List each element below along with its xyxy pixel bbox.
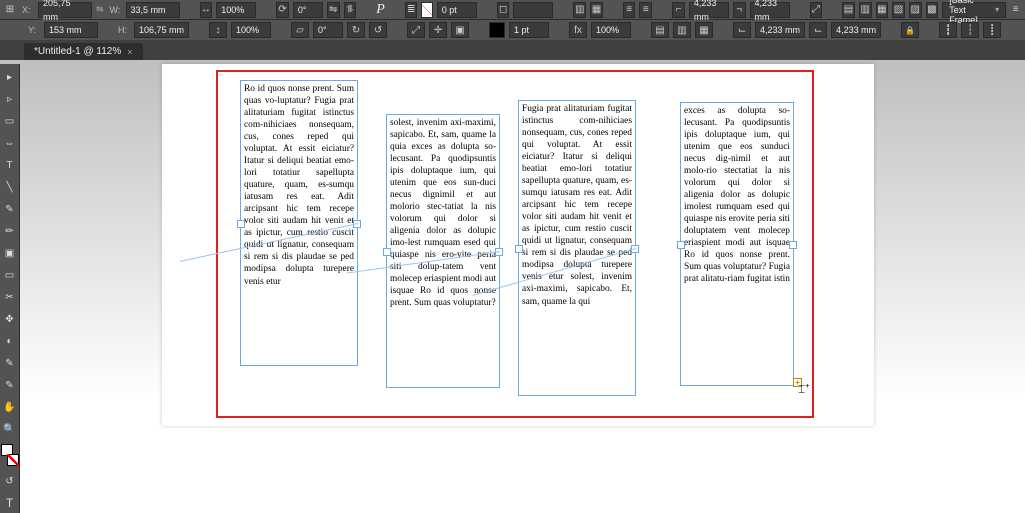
rect-frame-tool[interactable]: ▣ bbox=[3, 246, 17, 260]
paragraph-glyph: P bbox=[376, 2, 385, 18]
left-inset-field[interactable]: 4,233 mm bbox=[831, 22, 881, 38]
hand-tool[interactable]: ✋ bbox=[3, 400, 17, 414]
center-content-icon[interactable]: ✛ bbox=[429, 22, 447, 38]
transform-tool[interactable]: ✥ bbox=[3, 312, 17, 326]
fill-stroke-swatches[interactable] bbox=[1, 444, 19, 466]
x-label: X: bbox=[20, 5, 34, 15]
object-style-dropdown[interactable]: [Basic Text Frame] bbox=[942, 2, 1006, 18]
top-inset-field[interactable]: 4,233 mm bbox=[689, 2, 729, 18]
fx-icon[interactable]: fx bbox=[569, 22, 587, 38]
stroke-swatch[interactable] bbox=[489, 22, 505, 38]
direct-select-tool[interactable]: ▹ bbox=[3, 92, 17, 106]
control-panel: ⊞ X: 205,75 mm ⇋ W: 33,5 mm ↔ 100% ⟳ 0° … bbox=[0, 0, 1025, 40]
text-frame-1[interactable]: Ro id quos nonse prent. Sum quas vo-lupt… bbox=[240, 80, 358, 366]
align-left-icon[interactable]: ≡ bbox=[623, 2, 636, 18]
text-frame-3[interactable]: Fugia prat alitaturiam fugitat istinctus… bbox=[518, 100, 636, 396]
align-group-3-icon[interactable]: ▦ bbox=[876, 2, 889, 18]
align-group-5-icon[interactable]: ▨ bbox=[909, 2, 922, 18]
line-tool[interactable]: ╲ bbox=[3, 180, 17, 194]
autofit-icon[interactable]: ⤢ bbox=[810, 2, 823, 18]
text-frame-4[interactable]: exces as dolupta so-lecusant. Pa quodips… bbox=[680, 102, 794, 386]
fit-prop-icon[interactable]: ▣ bbox=[451, 22, 469, 38]
document-tabstrip: *Untitled-1 @ 112% × bbox=[0, 40, 1025, 60]
rect-tool[interactable]: ▭ bbox=[3, 268, 17, 282]
scale-y-field[interactable]: 100% bbox=[231, 22, 271, 38]
dist-3-icon[interactable]: ┋ bbox=[983, 22, 1001, 38]
text-wrap-4-icon[interactable]: ▥ bbox=[673, 22, 691, 38]
workspace: ▸ ▹ ▭ ⇔ T ╲ ✎ ✏ ▣ ▭ ✂ ✥ ◐ ✎ ✎ ✋ 🔍 ↺ T ▭ bbox=[0, 60, 1025, 513]
opacity-field[interactable]: 100% bbox=[591, 22, 631, 38]
fill-swatch[interactable] bbox=[421, 2, 432, 18]
control-row-1: ⊞ X: 205,75 mm ⇋ W: 33,5 mm ↔ 100% ⟳ 0° … bbox=[0, 0, 1025, 20]
columns-icon[interactable]: ≣ bbox=[405, 2, 418, 18]
right-inset-field[interactable]: 4,233 mm bbox=[750, 2, 790, 18]
panel-menu-icon[interactable]: ≡ bbox=[1010, 2, 1021, 18]
flip-v-icon[interactable]: ⥮ bbox=[344, 2, 357, 18]
h-label: H: bbox=[116, 25, 130, 35]
document-tab-title: *Untitled-1 @ 112% bbox=[34, 46, 121, 57]
flip-h-icon[interactable]: ⇋ bbox=[327, 2, 340, 18]
rotate-icon: ⟳ bbox=[276, 2, 289, 18]
scissors-tool[interactable]: ✂ bbox=[3, 290, 17, 304]
align-center-icon[interactable]: ≡ bbox=[639, 2, 652, 18]
text-frame-2[interactable]: solest, invenim axi-maximi, sapicabo. Et… bbox=[386, 114, 500, 388]
align-group-2-icon[interactable]: ▥ bbox=[859, 2, 872, 18]
pen-tool[interactable]: ✎ bbox=[3, 202, 17, 216]
corner-options-icon[interactable]: ◻ bbox=[497, 2, 510, 18]
text-wrap-2-icon[interactable]: ▦ bbox=[590, 2, 603, 18]
bottom-inset-field[interactable]: 4,233 mm bbox=[755, 22, 805, 38]
align-group-6-icon[interactable]: ▩ bbox=[926, 2, 939, 18]
scale-x-icon: ↔ bbox=[200, 2, 213, 18]
align-group-4-icon[interactable]: ▧ bbox=[892, 2, 905, 18]
text-wrap-5-icon[interactable]: ▦ bbox=[695, 22, 713, 38]
stroke-field[interactable]: 1 pt bbox=[509, 22, 549, 38]
rotate-ccw-icon[interactable]: ↺ bbox=[369, 22, 387, 38]
w-field[interactable]: 33,5 mm bbox=[126, 2, 180, 18]
eyedropper-tool[interactable]: ✎ bbox=[3, 378, 17, 392]
text-cursor-icon: ⌶⁺ bbox=[798, 382, 809, 397]
align-group-1-icon[interactable]: ▤ bbox=[842, 2, 855, 18]
pencil-tool[interactable]: ✏ bbox=[3, 224, 17, 238]
control-row-2: ⊞ Y: 153 mm ⇋ H: 106,75 mm ↕ 100% ▱ 0° ↻… bbox=[0, 20, 1025, 40]
frame-bottom-inset-icon: ⌙ bbox=[733, 22, 751, 38]
left-tool-strip: ▸ ▹ ▭ ⇔ T ╲ ✎ ✏ ▣ ▭ ✂ ✥ ◐ ✎ ✎ ✋ 🔍 ↺ T ▭ bbox=[0, 60, 20, 513]
shear-field[interactable]: 0° bbox=[313, 22, 343, 38]
document-tab[interactable]: *Untitled-1 @ 112% × bbox=[24, 43, 143, 60]
scale-y-icon: ↕ bbox=[209, 22, 227, 38]
frame-top-inset-icon: ⌐ bbox=[672, 2, 685, 18]
x-field[interactable]: 205,75 mm bbox=[38, 2, 92, 18]
w-label: W: bbox=[108, 5, 122, 15]
rotate-cw-icon[interactable]: ↻ bbox=[347, 22, 365, 38]
scale-x-field[interactable]: 100% bbox=[216, 2, 256, 18]
shear-icon: ▱ bbox=[291, 22, 309, 38]
tab-close-icon[interactable]: × bbox=[127, 47, 132, 57]
type-indicator-icon: T bbox=[3, 496, 17, 510]
text-wrap-1-icon[interactable]: ▥ bbox=[573, 2, 586, 18]
type-tool[interactable]: T bbox=[3, 158, 17, 172]
text-wrap-3-icon[interactable]: ▤ bbox=[651, 22, 669, 38]
y-label: Y: bbox=[26, 25, 40, 35]
lock-inset-icon[interactable] bbox=[901, 22, 919, 38]
dist-1-icon[interactable]: ┇ bbox=[939, 22, 957, 38]
corner-field[interactable] bbox=[513, 2, 553, 18]
reference-point-icon[interactable]: ⊞ bbox=[4, 2, 16, 18]
rotate-field[interactable]: 0° bbox=[293, 2, 323, 18]
gap-tool[interactable]: ⇔ bbox=[3, 136, 17, 150]
stroke-weight-field[interactable]: 0 pt bbox=[437, 2, 477, 18]
frame-right-inset-icon: ¬ bbox=[733, 2, 746, 18]
selection-tool[interactable]: ▸ bbox=[3, 70, 17, 84]
gradient-tool[interactable]: ◐ bbox=[3, 334, 17, 348]
fit-content-icon[interactable]: ⤢ bbox=[407, 22, 425, 38]
page-tool[interactable]: ▭ bbox=[3, 114, 17, 128]
dist-2-icon[interactable]: ┆ bbox=[961, 22, 979, 38]
note-tool[interactable]: ✎ bbox=[3, 356, 17, 370]
frame-left-inset-icon: ⌙ bbox=[809, 22, 827, 38]
default-colors-icon[interactable]: ↺ bbox=[3, 474, 17, 488]
y-field[interactable]: 153 mm bbox=[44, 22, 98, 38]
zoom-tool[interactable]: 🔍 bbox=[3, 422, 17, 436]
h-field[interactable]: 106,75 mm bbox=[134, 22, 189, 38]
